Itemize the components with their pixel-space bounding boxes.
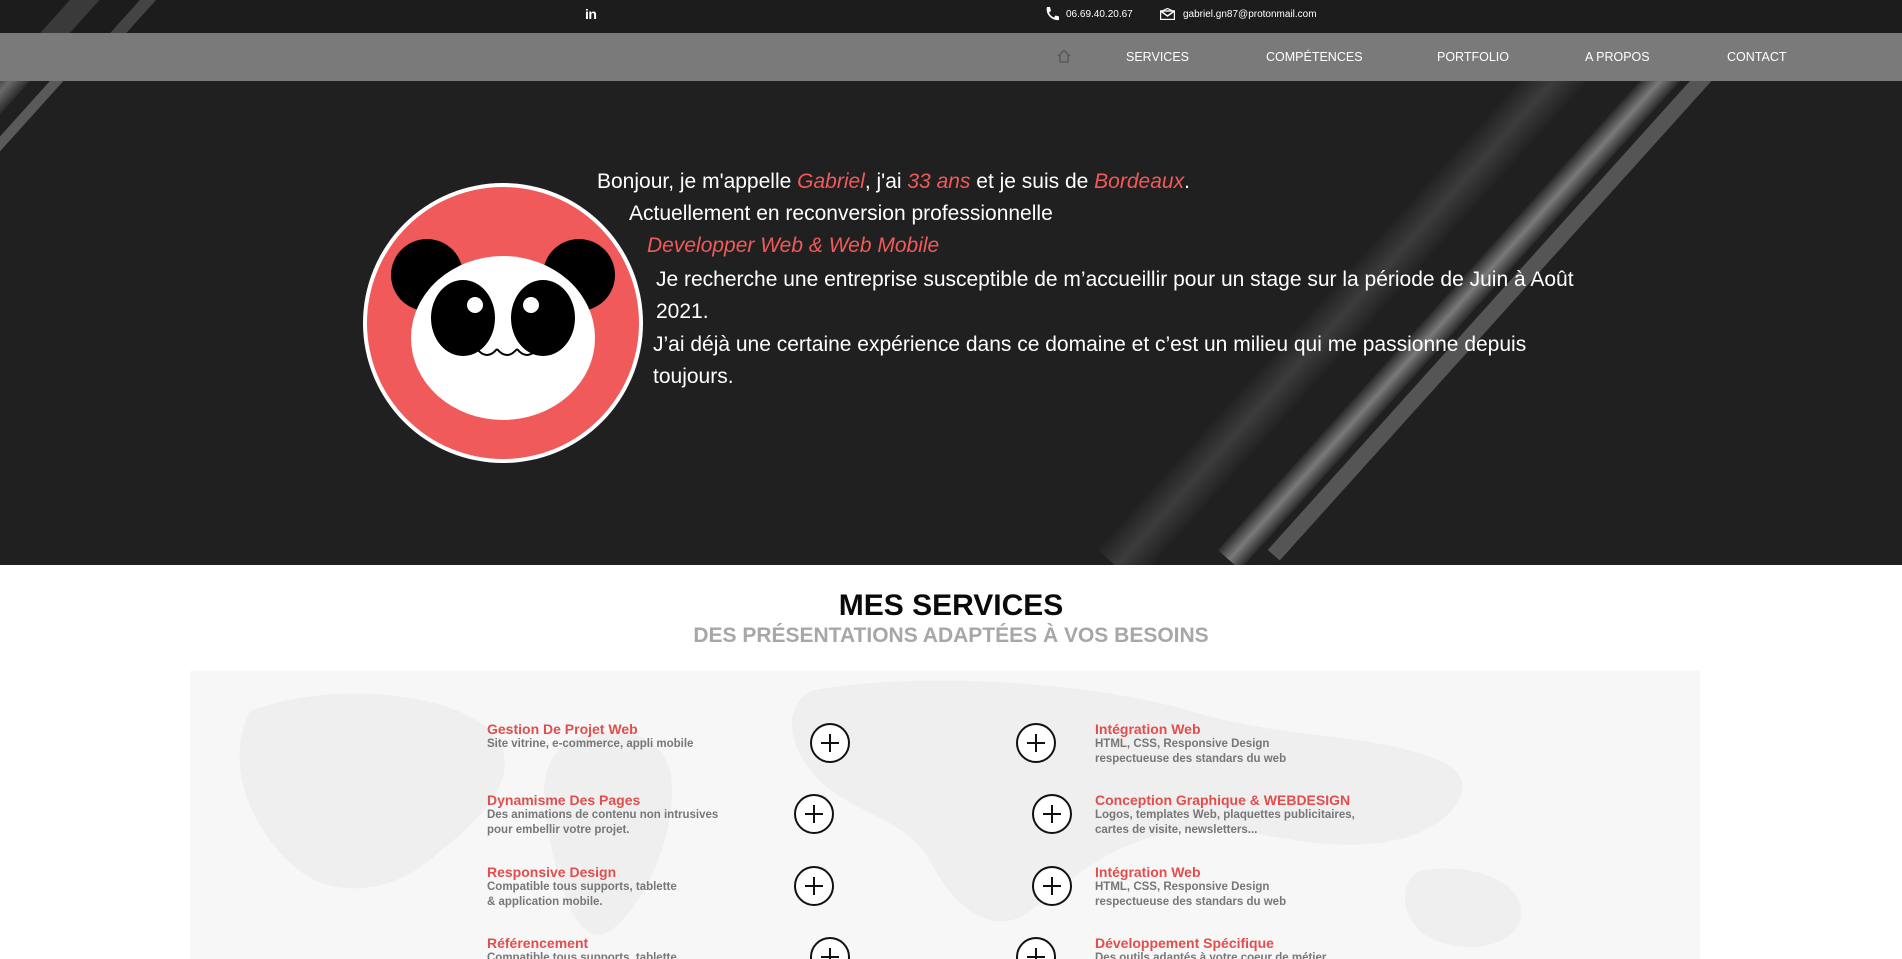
service-item: Développement Spécifique Des outils adap…: [1095, 935, 1405, 959]
service-description: Des animations de contenu non intrusives…: [487, 809, 719, 836]
nav-item-services[interactable]: SERVICES: [1126, 33, 1189, 81]
services-subtitle: DES PRÉSENTATIONS ADAPTÉES À VOS BESOINS: [693, 624, 1209, 647]
home-icon[interactable]: [1057, 49, 1071, 63]
service-description: HTML, CSS, Responsive Design respectueus…: [1095, 881, 1287, 908]
decor-stripe: [0, 81, 238, 557]
hero-reconversion: Actuellement en reconversion professionn…: [629, 202, 1053, 225]
service-item: Intégration Web HTML, CSS, Responsive De…: [1095, 721, 1405, 767]
age-highlight: 33 ans: [907, 170, 971, 193]
services-section: MES SERVICES DES PRÉSENTATIONS ADAPTÉES …: [0, 565, 1902, 959]
hero-section: Bonjour, je m'appelle Gabriel, j'ai 33 a…: [0, 81, 1902, 565]
intro-text: et je suis de: [970, 170, 1095, 193]
service-description: Compatible tous supports, tablette: [487, 952, 677, 959]
service-item: Gestion De Projet Web Site vitrine, e-co…: [487, 721, 797, 752]
hero-job-title: Developper Web & Web Mobile: [647, 234, 940, 257]
world-map-icon: [239, 680, 1522, 948]
intro-text: Bonjour, je m'appelle: [597, 170, 798, 193]
nav-item-competences[interactable]: COMPÉTENCES: [1266, 33, 1363, 81]
expand-plus-button[interactable]: [1032, 794, 1072, 834]
expand-plus-button[interactable]: [1032, 866, 1072, 906]
phone-contact[interactable]: 06.69.40.20.67: [1044, 6, 1133, 22]
main-navigation: SERVICES COMPÉTENCES PORTFOLIO A PROPOS …: [0, 33, 1902, 81]
email-address: gabriel.gn87@protonmail.com: [1183, 8, 1317, 20]
service-item: Responsive Design Compatible tous suppor…: [487, 864, 797, 910]
nav-item-portfolio[interactable]: PORTFOLIO: [1437, 33, 1509, 81]
service-description: Compatible tous supports, tablette & app…: [487, 881, 677, 908]
service-item: Conception Graphique & WEBDESIGN Logos, …: [1095, 792, 1405, 838]
service-description: HTML, CSS, Responsive Design respectueus…: [1095, 738, 1287, 765]
service-title: Référencement: [487, 935, 589, 951]
expand-plus-button[interactable]: [810, 723, 850, 763]
service-title: Gestion De Projet Web: [487, 721, 638, 737]
nav-item-contact[interactable]: CONTACT: [1727, 33, 1787, 81]
hero-paragraph-internship: Je recherche une entreprise susceptible …: [656, 268, 1574, 323]
envelope-icon: [1160, 8, 1175, 20]
service-title: Responsive Design: [487, 864, 617, 880]
panda-icon: [367, 187, 639, 459]
linkedin-icon[interactable]: in: [585, 6, 597, 22]
service-description: Des outils adaptés à votre coeur de méti…: [1095, 952, 1327, 959]
service-title: Intégration Web: [1095, 721, 1201, 737]
service-title: Développement Spécifique: [1095, 935, 1274, 951]
service-item: Référencement Compatible tous supports, …: [487, 935, 797, 959]
intro-text: , j'ai: [864, 170, 908, 193]
service-title: Conception Graphique & WEBDESIGN: [1095, 792, 1351, 808]
world-map-background: [190, 671, 1700, 959]
hero-paragraph-experience: J’ai déjà une certaine expérience dans c…: [653, 333, 1527, 388]
city-highlight: Bordeaux: [1094, 170, 1185, 193]
top-contact-bar: in 06.69.40.20.67 gabriel.gn87@protonmai…: [0, 0, 1902, 33]
service-item: Intégration Web HTML, CSS, Responsive De…: [1095, 864, 1405, 910]
service-description: Logos, templates Web, plaquettes publici…: [1095, 809, 1355, 836]
avatar: [363, 183, 643, 463]
decor-stripe: [0, 81, 193, 565]
phone-number: 06.69.40.20.67: [1066, 8, 1133, 20]
email-contact[interactable]: gabriel.gn87@protonmail.com: [1160, 8, 1317, 20]
expand-plus-button[interactable]: [794, 866, 834, 906]
service-item: Dynamisme Des Pages Des animations de co…: [487, 792, 797, 838]
hero-intro: Bonjour, je m'appelle Gabriel, j'ai 33 a…: [597, 170, 1190, 194]
expand-plus-button[interactable]: [1016, 723, 1056, 763]
name-highlight: Gabriel: [797, 170, 865, 193]
service-description: Site vitrine, e-commerce, appli mobile: [487, 738, 694, 750]
expand-plus-button[interactable]: [794, 794, 834, 834]
services-title: MES SERVICES: [838, 589, 1064, 622]
service-title: Dynamisme Des Pages: [487, 792, 641, 808]
intro-text: .: [1184, 170, 1190, 193]
phone-icon: [1046, 7, 1059, 21]
service-title: Intégration Web: [1095, 864, 1201, 880]
nav-item-a-propos[interactable]: A PROPOS: [1585, 33, 1650, 81]
